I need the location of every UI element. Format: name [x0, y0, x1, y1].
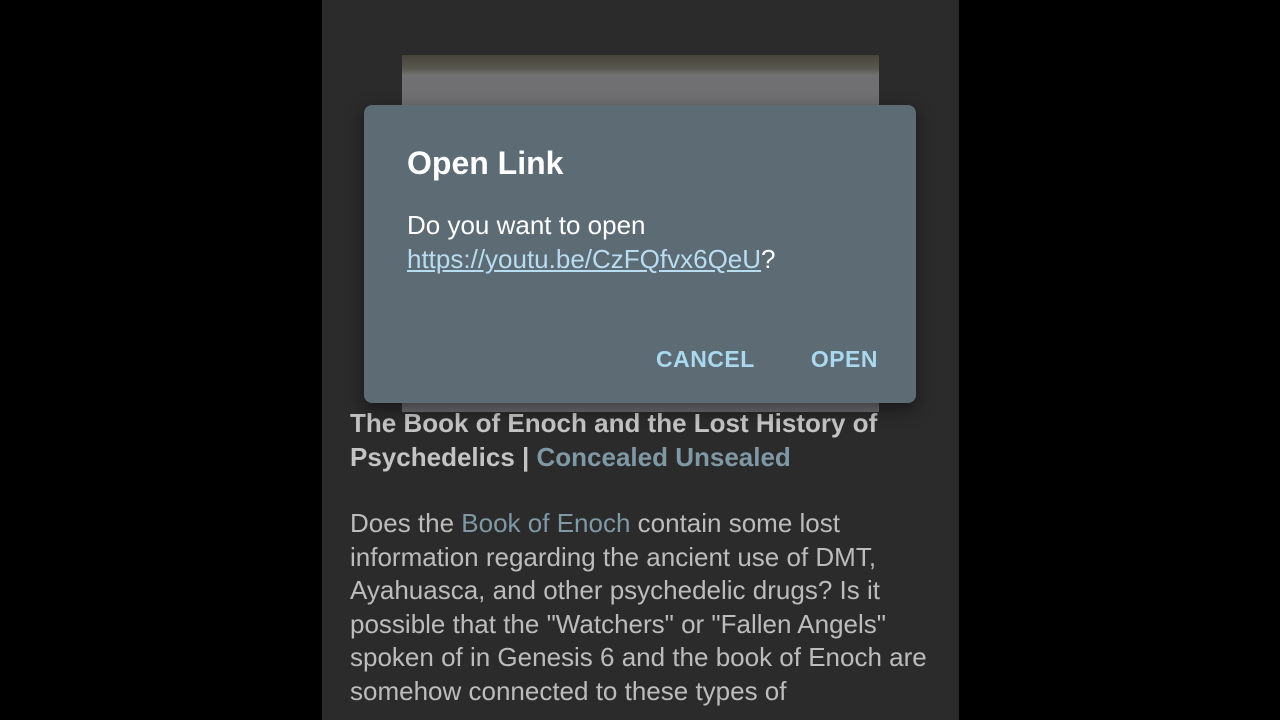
open-link-dialog: Open Link Do you want to open https://yo… — [364, 105, 916, 403]
cancel-button[interactable]: CANCEL — [656, 346, 755, 373]
post-body-intro: Does the — [350, 508, 462, 538]
post-body: Does the Book of Enoch contain some lost… — [350, 507, 940, 708]
open-button[interactable]: OPEN — [811, 346, 878, 373]
dialog-title: Open Link — [407, 145, 564, 181]
dialog-actions: CANCEL OPEN — [656, 346, 878, 373]
dialog-message-prefix: Do you want to open — [407, 210, 646, 240]
channel-link[interactable]: Concealed Unsealed — [537, 442, 791, 472]
dialog-message: Do you want to open https://youtu.be/CzF… — [407, 208, 877, 276]
dialog-message-suffix: ? — [761, 244, 776, 274]
dialog-url-link[interactable]: https://youtu.be/CzFQfvx6QeU — [407, 244, 761, 274]
post-title: The Book of Enoch and the Lost History o… — [350, 406, 930, 474]
book-of-enoch-link[interactable]: Book of Enoch — [461, 508, 630, 538]
